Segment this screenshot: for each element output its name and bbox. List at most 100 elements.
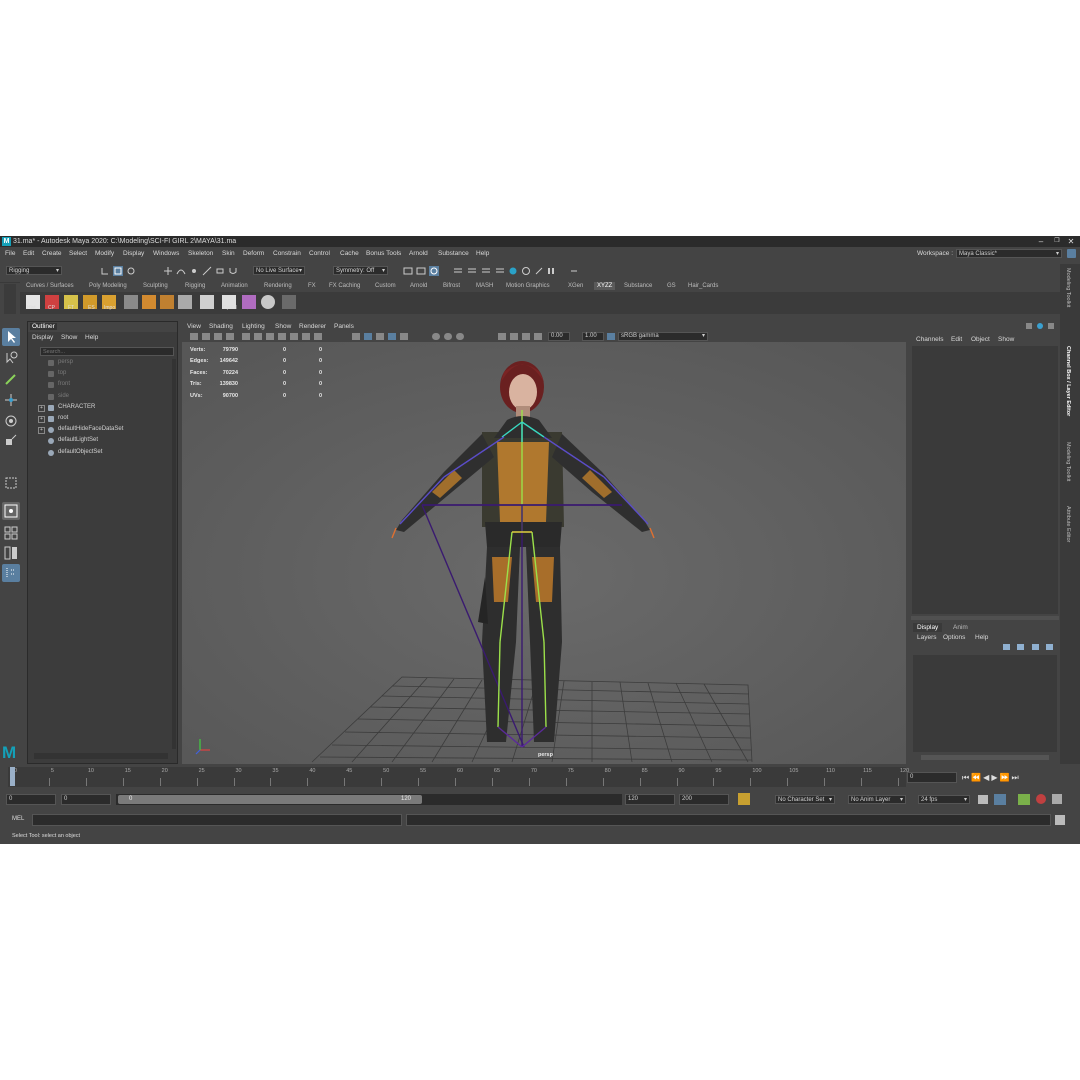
snap-point-icon[interactable]: [189, 266, 199, 276]
color-space-dropdown[interactable]: sRGB gamma: [618, 332, 708, 341]
outliner-item[interactable]: CHARACTER: [58, 404, 95, 410]
menu-substance[interactable]: Substance: [438, 250, 469, 257]
shelf-tab[interactable]: GS: [667, 283, 676, 289]
script-editor-icon[interactable]: [1055, 815, 1065, 825]
viewport-menu-show[interactable]: Show: [275, 323, 291, 330]
layers-menu[interactable]: Layers: [917, 634, 937, 641]
workspace-dropdown[interactable]: Maya Classic*: [956, 249, 1062, 259]
menu-display[interactable]: Display: [123, 250, 144, 257]
layer-tab-display[interactable]: Display: [913, 623, 943, 632]
pause-render-icon[interactable]: [546, 266, 556, 276]
menu-control[interactable]: Control: [309, 250, 330, 257]
hypershade-icon[interactable]: [467, 266, 477, 276]
outliner-menu-show[interactable]: Show: [61, 334, 77, 341]
four-view-layout-icon[interactable]: [2, 524, 20, 542]
smooth-shade-icon[interactable]: [364, 333, 372, 340]
shelf-tab-active[interactable]: XYZZ: [594, 282, 616, 290]
safe-action-icon[interactable]: [302, 333, 310, 340]
3d-scene[interactable]: persp Verts: 79790 0 0 Edges: 149642 0 0 Faces: 7…: [182, 342, 906, 764]
shelf-tool-icon[interactable]: [124, 295, 138, 309]
layer-tab-anim[interactable]: Anim: [949, 623, 972, 632]
outliner-item[interactable]: defaultHideFaceDataSet: [58, 426, 123, 432]
tool-settings-icon[interactable]: [1048, 323, 1054, 329]
step-back-key-icon[interactable]: ⏪: [971, 773, 983, 782]
help-line-icon[interactable]: [569, 266, 579, 276]
layer-move-up-icon[interactable]: [1032, 644, 1039, 650]
shelf-tool-icon[interactable]: [160, 295, 174, 309]
outliner-menu-help[interactable]: Help: [85, 334, 98, 341]
menu-deform[interactable]: Deform: [243, 250, 264, 257]
menuset-dropdown[interactable]: Rigging: [6, 266, 62, 276]
shelf-tab[interactable]: Arnold: [410, 283, 427, 289]
xray-icon[interactable]: [510, 333, 518, 340]
audio-icon[interactable]: [1018, 794, 1030, 805]
snap-grid-icon[interactable]: [163, 266, 173, 276]
two-view-layout-icon[interactable]: [2, 544, 20, 562]
menu-edit[interactable]: Edit: [23, 250, 34, 257]
snap-view-icon[interactable]: [202, 266, 212, 276]
last-tool-icon[interactable]: [2, 474, 20, 492]
outliner-menu-display[interactable]: Display: [32, 334, 53, 341]
loop-icon[interactable]: [978, 795, 988, 804]
channel-object-menu[interactable]: Object: [971, 336, 990, 343]
panel-splitter[interactable]: [911, 616, 1059, 620]
new-layer-icon[interactable]: [1003, 644, 1010, 650]
arnold-ipr-icon[interactable]: [534, 266, 544, 276]
outliner-item[interactable]: persp: [58, 359, 73, 365]
shelf-options-gear-icon[interactable]: [4, 284, 16, 314]
shelf-tab[interactable]: FX Caching: [329, 283, 360, 289]
shelf-tab[interactable]: Motion Graphics: [506, 283, 550, 289]
step-forward-frame-icon[interactable]: ⏩: [999, 773, 1011, 782]
character-set-dropdown[interactable]: No Character Set: [775, 795, 835, 805]
menu-skin[interactable]: Skin: [222, 250, 235, 257]
outliner-expand-icon[interactable]: +: [38, 427, 45, 435]
arnold-render-icon[interactable]: [508, 266, 518, 276]
isolate-select-icon[interactable]: [498, 333, 506, 340]
lock-icon[interactable]: [1067, 249, 1076, 258]
shelf-tab[interactable]: Animation: [221, 283, 248, 289]
field-chart-icon[interactable]: [290, 333, 298, 340]
shadows-icon[interactable]: [432, 333, 440, 340]
time-slider-prefs-icon[interactable]: [1052, 794, 1062, 804]
snap-curve-icon[interactable]: [176, 266, 186, 276]
shelf-tab[interactable]: XGen: [568, 283, 583, 289]
select-hierarchy-icon[interactable]: [100, 266, 110, 276]
shelf-tab[interactable]: Custom: [375, 283, 396, 289]
shelf-tab[interactable]: Bifrost: [443, 283, 460, 289]
use-all-lights-icon[interactable]: [400, 333, 408, 340]
render-current-frame-icon[interactable]: [416, 266, 426, 276]
safe-title-icon[interactable]: [314, 333, 322, 340]
outliner-item[interactable]: root: [58, 415, 68, 421]
shelf-tab[interactable]: Curves / Surfaces: [26, 283, 74, 289]
grid-toggle-icon[interactable]: [242, 333, 250, 340]
wireframe-icon[interactable]: [352, 333, 360, 340]
viewport-menu-lighting[interactable]: Lighting: [242, 323, 265, 330]
side-tab-attribute-editor[interactable]: Attribute Editor: [1065, 506, 1071, 542]
layer-help-menu[interactable]: Help: [975, 634, 988, 641]
outliner-expand-icon[interactable]: +: [38, 416, 45, 423]
outliner-item[interactable]: side: [58, 393, 69, 399]
select-tool-icon[interactable]: [2, 328, 20, 346]
layer-options-menu[interactable]: Options: [943, 634, 965, 641]
shelf-tool-icon[interactable]: [261, 295, 275, 309]
time-slider[interactable]: 0 5 10 15 20 25 30 35 40 45 50 55 60 65 70 75 80 85 90 95 10…: [0, 766, 1080, 788]
menu-select[interactable]: Select: [69, 250, 87, 257]
move-tool-icon[interactable]: [2, 391, 20, 409]
shelf-tab[interactable]: MASH: [476, 283, 493, 289]
side-tab-channel-box[interactable]: Channel Box / Layer Editor: [1065, 346, 1071, 416]
viewport-menu-renderer[interactable]: Renderer: [299, 323, 326, 330]
scene-end-field[interactable]: 200: [679, 794, 729, 805]
gate-mask-icon[interactable]: [278, 333, 286, 340]
menu-skeleton[interactable]: Skeleton: [188, 250, 213, 257]
shelf-tab[interactable]: Rigging: [185, 283, 205, 289]
current-time-marker[interactable]: [10, 767, 15, 786]
lasso-tool-icon[interactable]: [2, 349, 20, 367]
exposure-field[interactable]: 0.00: [548, 332, 570, 341]
render-sequence-icon[interactable]: [495, 266, 505, 276]
current-frame-field[interactable]: 0: [907, 772, 957, 783]
go-to-end-icon[interactable]: ⏭: [1011, 773, 1020, 782]
outliner-item[interactable]: defaultObjectSet: [58, 449, 102, 455]
outliner-item[interactable]: defaultLightSet: [58, 437, 98, 443]
attribute-editor-icon[interactable]: [1037, 323, 1043, 329]
resolution-gate-icon[interactable]: [266, 333, 274, 340]
